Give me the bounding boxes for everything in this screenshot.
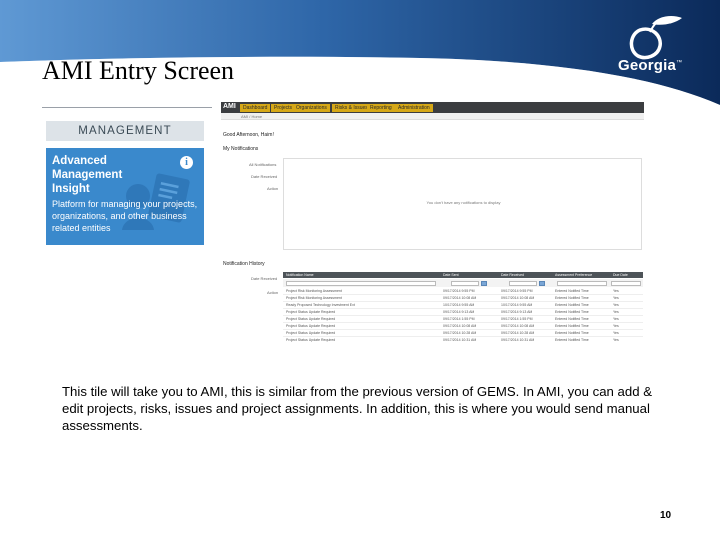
table-cell: Project Status Update Required <box>286 331 336 335</box>
tile-description: Platform for managing your projects, org… <box>52 199 198 233</box>
table-row[interactable]: Project Status Update Required 09/17/2014… <box>283 330 643 337</box>
calendar-icon[interactable] <box>481 281 487 286</box>
ami-screenshot: AMI Dashboard Projects Organizations Ris… <box>221 102 644 342</box>
table-cell: Project Status Update Required <box>286 338 336 342</box>
table-filter-row <box>283 279 643 287</box>
table-row[interactable]: Project Status Update Required 09/17/2014… <box>283 316 643 323</box>
table-header: Notification Name Date Sent Date Receive… <box>283 272 643 278</box>
table-cell: Entered Notified Time <box>555 296 589 300</box>
table-cell: 09/17/2014 1:55 PM <box>443 317 475 321</box>
history-title: Notification History <box>223 261 265 267</box>
title-divider <box>42 107 212 108</box>
filter-input[interactable] <box>509 281 537 286</box>
filter-input[interactable] <box>557 281 607 286</box>
table-row[interactable]: Project Status Update Required 09/17/2014… <box>283 323 643 330</box>
table-row[interactable]: Ready Proposed Technology Investment Ext… <box>283 302 643 309</box>
table-cell: 09/17/2014 9:13 AM <box>443 310 475 314</box>
management-tile-header: MANAGEMENT <box>46 121 204 141</box>
tile-title: Advanced Management Insight <box>52 155 123 195</box>
table-cell: 09/17/2014 10:31 AM <box>443 338 477 342</box>
table-cell: Yes <box>613 289 619 293</box>
filter-all-notifications[interactable]: All Notifications <box>249 162 276 167</box>
column-header[interactable]: Notification Name <box>286 273 314 277</box>
nav-item-reporting[interactable]: Reporting <box>367 104 395 112</box>
nav-item-projects[interactable]: Projects <box>271 104 296 112</box>
table-cell: 09/17/2014 10:28 AM <box>443 331 477 335</box>
page-number: 10 <box>660 510 672 521</box>
table-cell: 09/17/2014 10:08 AM <box>501 296 535 300</box>
ami-tile[interactable]: Advanced Management Insight i Platform f… <box>46 148 204 245</box>
table-cell: Yes <box>613 303 619 307</box>
table-cell: 09/17/2014 9:55 PM <box>443 289 475 293</box>
table-cell: Entered Notified Time <box>555 324 589 328</box>
table-cell: Entered Notified Time <box>555 289 589 293</box>
nav-item-administration[interactable]: Administration <box>395 104 433 112</box>
filter-input[interactable] <box>451 281 479 286</box>
table-row[interactable]: Project Risk Monitoring Assessment 09/17/… <box>283 288 643 295</box>
table-cell: Project Risk Monitoring Assessment <box>286 289 342 293</box>
table-cell: Yes <box>613 324 619 328</box>
info-icon[interactable]: i <box>180 156 193 169</box>
table-cell: 09/17/2014 9:55 PM <box>501 289 533 293</box>
table-cell: Entered Notified Time <box>555 310 589 314</box>
table-cell: Entered Notified Time <box>555 331 589 335</box>
table-row[interactable]: Project Status Update Required 09/17/2014… <box>283 309 643 316</box>
nav-item-dashboard[interactable]: Dashboard <box>240 104 271 112</box>
greeting: Good Afternoon, Haim! <box>223 132 274 138</box>
notifications-panel: You don't have any notifications to disp… <box>283 158 642 250</box>
filter-date-received[interactable]: Date Received <box>251 174 277 179</box>
notifications-title: My Notifications <box>223 146 259 152</box>
table-cell: Project Status Update Required <box>286 317 336 321</box>
history-filter-action[interactable]: Action <box>267 290 278 295</box>
filter-select[interactable] <box>611 281 641 286</box>
calendar-icon[interactable] <box>539 281 545 286</box>
table-cell: 10/17/2014 9:55 AM <box>443 303 475 307</box>
table-cell: 09/17/2014 10:31 AM <box>501 338 535 342</box>
table-cell: 10/17/2014 9:55 AM <box>501 303 533 307</box>
table-cell: Yes <box>613 317 619 321</box>
table-row[interactable]: Project Risk Monitoring Assessment 09/17/… <box>283 295 643 302</box>
table-cell: 09/17/2014 1:55 PM <box>501 317 533 321</box>
breadcrumb[interactable]: AMI / Home <box>241 114 262 119</box>
table-cell: 09/17/2014 10:28 AM <box>501 331 535 335</box>
notification-history-table: Notification Name Date Sent Date Receive… <box>283 272 643 342</box>
nav-item-risks-issues[interactable]: Risks & Issues <box>332 104 371 112</box>
ami-nav-bar: AMI Dashboard Projects Organizations Ris… <box>221 102 644 113</box>
table-cell: Project Risk Monitoring Assessment <box>286 296 342 300</box>
table-cell: Project Status Update Required <box>286 324 336 328</box>
table-row[interactable]: Project Status Update Required 09/17/2014… <box>283 337 643 342</box>
slide-title: AMI Entry Screen <box>42 56 235 85</box>
slide-body-text: This tile will take you to AMI, this is … <box>62 384 652 433</box>
table-cell: Ready Proposed Technology Investment Ext <box>286 303 355 307</box>
table-cell: Entered Notified Time <box>555 338 589 342</box>
table-cell: 09/17/2014 10:08 AM <box>501 324 535 328</box>
table-cell: 09/17/2014 9:13 AM <box>501 310 533 314</box>
table-cell: 09/17/2014 10:08 AM <box>443 296 477 300</box>
ami-logo: AMI <box>223 103 236 110</box>
table-cell: Entered Notified Time <box>555 317 589 321</box>
table-cell: Project Status Update Required <box>286 310 336 314</box>
empty-notifications-message: You don't have any notifications to disp… <box>426 200 501 205</box>
table-cell: Yes <box>613 296 619 300</box>
table-cell: Yes <box>613 310 619 314</box>
history-filter-date-received[interactable]: Date Received <box>251 276 277 281</box>
ami-breadcrumb-bar: AMI / Home <box>221 113 644 120</box>
table-cell: Entered Notified Time <box>555 303 589 307</box>
column-header[interactable]: Due Date <box>613 273 628 277</box>
georgia-logo-text: Georgia™ <box>618 57 683 74</box>
column-header[interactable]: Date Sent <box>443 273 459 277</box>
table-cell: Yes <box>613 331 619 335</box>
table-cell: Yes <box>613 338 619 342</box>
column-header[interactable]: Date Received <box>501 273 524 277</box>
table-cell: 09/17/2014 10:08 AM <box>443 324 477 328</box>
nav-item-organizations[interactable]: Organizations <box>293 104 330 112</box>
filter-input[interactable] <box>286 281 436 286</box>
filter-action[interactable]: Action <box>267 186 278 191</box>
column-header[interactable]: Assessment Preference <box>555 273 592 277</box>
